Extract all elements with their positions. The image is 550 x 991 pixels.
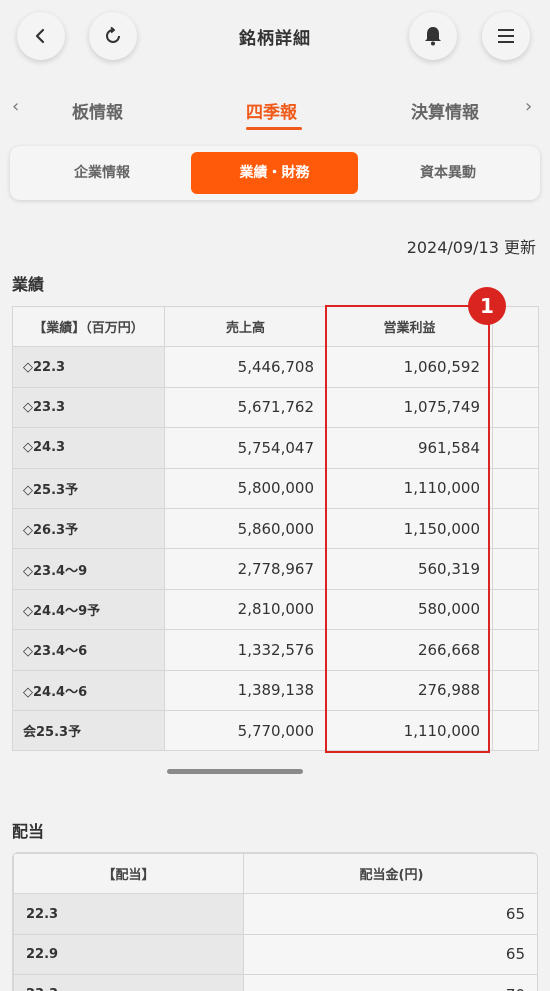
table-row: ◇26.3予 5,860,000 1,150,000 (12, 507, 539, 550)
period-cell: ◇24.4〜6 (12, 669, 165, 711)
header: 銘柄詳細 (0, 0, 550, 76)
sales-cell: 2,810,000 (164, 588, 327, 631)
bell-icon (425, 27, 441, 46)
overflow-cell (492, 629, 539, 671)
operating-profit-cell: 1,150,000 (326, 507, 493, 550)
overflow-cell (492, 588, 539, 631)
main-tabs: ‹ 板情報 四季報 決算情報 › (0, 86, 550, 132)
sales-cell: 5,800,000 (164, 467, 327, 509)
dividend-period-cell: 22.3 (13, 893, 244, 935)
period-cell: ◇24.3 (12, 427, 165, 469)
table-row: ◇24.3 5,754,047 961,584 (12, 427, 539, 469)
segment-capital-changes[interactable]: 資本異動 (363, 152, 533, 194)
column-header-sales: 売上高 (164, 305, 327, 348)
horizontal-scrollbar[interactable] (167, 769, 303, 774)
table-row: ◇23.4〜9 2,778,967 560,319 (12, 548, 539, 590)
column-header-dividend: 【配当】 (13, 853, 244, 895)
sales-cell: 5,770,000 (164, 709, 327, 752)
table-row: ◇23.4〜6 1,332,576 266,668 (12, 629, 539, 671)
period-cell: ◇25.3予 (12, 467, 165, 509)
operating-profit-cell: 961,584 (326, 427, 493, 469)
operating-profit-cell: 266,668 (326, 629, 493, 671)
column-header-dividend-amount: 配当金(円) (243, 853, 537, 895)
updated-date: 2024/09/13 更新 (406, 238, 536, 257)
table-row: 22.3 65 (13, 893, 537, 935)
column-header-period: 【業績】（百万円） (12, 305, 165, 348)
overflow-cell (492, 467, 539, 509)
tab-earnings[interactable]: 決算情報 (411, 98, 479, 123)
overflow-cell (492, 386, 539, 429)
overflow-cell (492, 427, 539, 469)
menu-button[interactable] (482, 12, 530, 60)
period-cell: ◇22.3 (12, 346, 165, 388)
operating-profit-cell: 1,060,592 (326, 346, 493, 388)
overflow-cell (492, 669, 539, 711)
overflow-cell (492, 548, 539, 590)
period-cell: ◇23.4〜6 (12, 629, 165, 671)
table-row: 23.370 (13, 974, 537, 991)
table-row: ◇25.3予 5,800,000 1,110,000 (12, 467, 539, 509)
overflow-cell (492, 346, 539, 388)
operating-profit-cell: 1,110,000 (326, 467, 493, 509)
overflow-cell (492, 507, 539, 550)
column-header-operating-profit: 営業利益 (326, 305, 493, 348)
period-cell: ◇26.3予 (12, 507, 165, 550)
segment-performance-finance[interactable]: 業績・財務 (191, 152, 358, 194)
performance-table: 【業績】（百万円） 売上高 営業利益 ◇22.3 5,446,708 1,060,5… (12, 305, 539, 752)
period-cell: ◇23.3 (12, 386, 165, 429)
dividend-title: 配当 (12, 822, 45, 841)
operating-profit-cell: 560,319 (326, 548, 493, 590)
dividend-amount-cell: 65 (243, 893, 537, 935)
performance-title: 業績 (12, 275, 45, 294)
page-title: 銘柄詳細 (239, 29, 311, 49)
segment-company-info[interactable]: 企業情報 (18, 152, 186, 194)
dividend-period-cell: 23.3 (13, 974, 244, 991)
operating-profit-cell: 1,110,000 (326, 709, 493, 752)
operating-profit-cell: 1,075,749 (326, 386, 493, 429)
table-row: ◇23.3 5,671,762 1,075,749 (12, 386, 539, 429)
table-row: ◇24.4〜9予 2,810,000 580,000 (12, 588, 539, 631)
period-cell: ◇23.4〜9 (12, 548, 165, 590)
annotation-badge: 1 (468, 287, 506, 325)
sales-cell: 5,446,708 (164, 346, 327, 388)
table-header-row: 【配当】 配当金(円) (13, 853, 537, 895)
table-row: 会25.3予 5,770,000 1,110,000 (12, 709, 539, 752)
table-row: ◇22.3 5,446,708 1,060,592 (12, 346, 539, 388)
period-cell: ◇24.4〜9予 (12, 588, 165, 631)
sales-cell: 1,389,138 (164, 669, 327, 711)
dividend-amount-cell: 70 (243, 974, 537, 991)
operating-profit-cell: 580,000 (326, 588, 493, 631)
sales-cell: 2,778,967 (164, 548, 327, 590)
period-cell: 会25.3予 (12, 709, 165, 752)
menu-icon (498, 29, 514, 43)
table-row: ◇24.4〜6 1,389,138 276,988 (12, 669, 539, 711)
table-header-row: 【業績】（百万円） 売上高 営業利益 (12, 305, 539, 348)
table-row: 22.9 65 (13, 933, 537, 976)
sales-cell: 5,754,047 (164, 427, 327, 469)
tab-scroll-left-icon[interactable]: ‹ (12, 96, 19, 117)
operating-profit-cell: 276,988 (326, 669, 493, 711)
sales-cell: 1,332,576 (164, 629, 327, 671)
notification-button[interactable] (409, 12, 457, 60)
dividend-table-container: 【配当】 配当金(円) 22.36522.96523.370 (12, 852, 538, 991)
tab-shikiho[interactable]: 四季報 (246, 98, 297, 123)
tab-scroll-right-icon[interactable]: › (525, 96, 532, 117)
sales-cell: 5,860,000 (164, 507, 327, 550)
overflow-cell (492, 709, 539, 752)
dividend-amount-cell: 65 (243, 933, 537, 976)
dividend-period-cell: 22.9 (13, 933, 244, 976)
dividend-table: 【配当】 配当金(円) 22.36522.96523.370 (13, 853, 537, 991)
tab-board[interactable]: 板情報 (72, 98, 123, 123)
active-tab-indicator (246, 127, 302, 130)
sub-tab-segment: 企業情報 業績・財務 資本異動 (10, 146, 540, 200)
sales-cell: 5,671,762 (164, 386, 327, 429)
